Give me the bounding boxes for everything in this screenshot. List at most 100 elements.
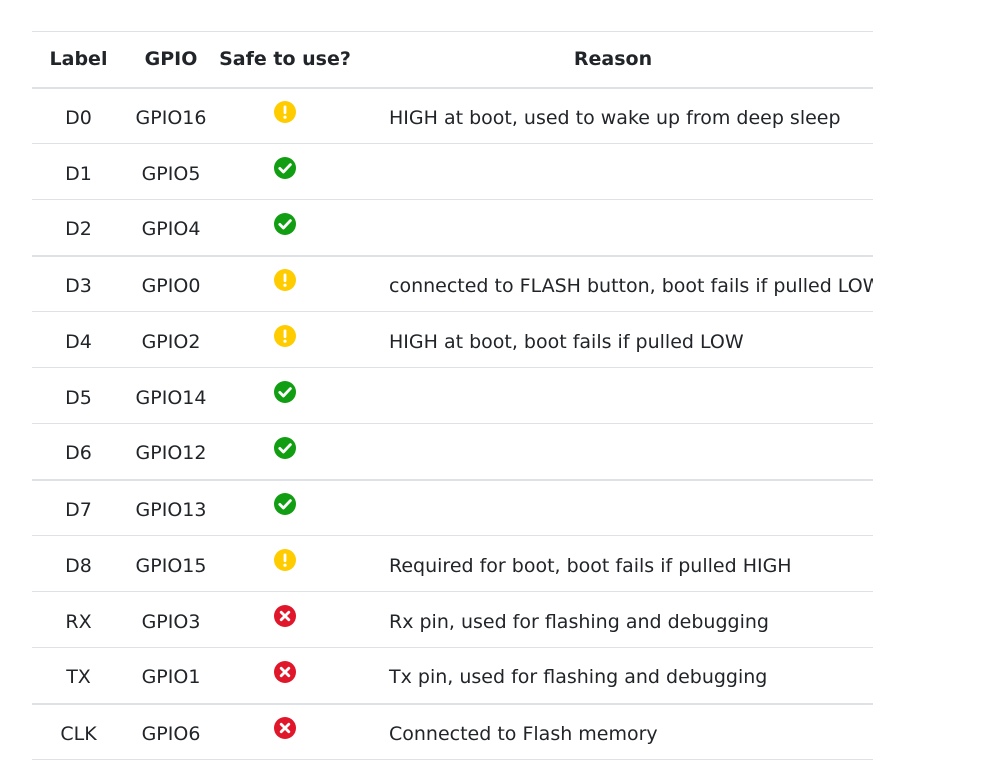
cell-label: D1 — [32, 144, 125, 200]
exclamation-circle-icon — [274, 549, 296, 571]
cell-safe — [217, 144, 353, 200]
label-text: TX — [66, 666, 91, 689]
check-circle-icon — [274, 381, 296, 403]
cell-safe — [217, 592, 353, 648]
reason-text: Connected to Flash memory — [389, 722, 658, 745]
cell-label: D3 — [32, 256, 125, 312]
cell-safe — [217, 536, 353, 592]
column-header-safe: Safe to use? — [219, 48, 351, 71]
check-circle-icon — [274, 493, 296, 516]
cell-label: D6 — [32, 424, 125, 480]
label-text: RX — [65, 610, 92, 633]
cell-reason — [353, 424, 873, 480]
gpio-text: GPIO12 — [135, 442, 207, 465]
table-row: D3 GPIO0 connected to FLASH button, boot f… — [32, 256, 873, 312]
label-text: D0 — [65, 106, 92, 129]
cell-gpio: GPIO0 — [125, 256, 217, 312]
label-text: D2 — [65, 218, 92, 241]
label-text: D6 — [65, 442, 92, 465]
cell-label: TX — [32, 648, 125, 704]
table-row: CLK GPIO6 Connected to Flash memory — [32, 704, 873, 760]
x-circle-icon — [274, 605, 296, 627]
exclamation-circle-icon — [274, 269, 296, 292]
gpio-text: GPIO13 — [135, 498, 207, 521]
cell-label: D4 — [32, 312, 125, 368]
x-circle-icon — [274, 660, 296, 683]
exclamation-circle-icon — [274, 101, 296, 124]
table-row: D0 GPIO16 HIGH at boot, used to wake up fr… — [32, 88, 873, 144]
cell-label: D2 — [32, 200, 125, 256]
exclamation-circle-icon — [274, 325, 296, 347]
table-header-row: Label GPIO Safe to use? Reason — [32, 31, 873, 88]
column-header-label: Label — [49, 48, 108, 71]
table-header: Label GPIO Safe to use? Reason — [32, 31, 873, 88]
table-row: D8 GPIO15 Required for boot, boot fails if… — [32, 536, 873, 592]
gpio-text: GPIO14 — [135, 386, 207, 409]
cell-label: D8 — [32, 536, 125, 592]
cell-gpio: GPIO12 — [125, 424, 217, 480]
cell-gpio: GPIO1 — [125, 648, 217, 704]
cell-label: RX — [32, 592, 125, 648]
gpio-table-container: Label GPIO Safe to use? Reason D0 GPIO16 H… — [32, 31, 873, 760]
cell-label: D0 — [32, 88, 125, 144]
x-circle-icon — [274, 717, 296, 740]
reason-text: Tx pin, used for flashing and debugging — [389, 666, 768, 689]
cell-reason — [353, 144, 873, 200]
cell-reason: Required for boot, boot fails if pulled … — [353, 536, 873, 592]
gpio-text: GPIO5 — [141, 162, 201, 185]
cell-gpio: GPIO16 — [125, 88, 217, 144]
cell-safe — [217, 424, 353, 480]
column-header-gpio: GPIO — [144, 48, 198, 71]
check-circle-icon — [274, 212, 296, 235]
cell-reason — [353, 368, 873, 424]
cell-reason: HIGH at boot, used to wake up from deep … — [353, 88, 873, 144]
cell-reason: HIGH at boot, boot fails if pulled LOW — [353, 312, 873, 368]
gpio-safety-table: Label GPIO Safe to use? Reason D0 GPIO16 H… — [32, 31, 873, 760]
reason-text: HIGH at boot, boot fails if pulled LOW — [389, 330, 744, 353]
cell-safe — [217, 312, 353, 368]
cell-reason: Connected to Flash memory — [353, 704, 873, 760]
gpio-text: GPIO16 — [135, 106, 207, 129]
label-text: D1 — [65, 162, 92, 185]
table-row: RX GPIO3 Rx pin, used for flashing and deb… — [32, 592, 873, 648]
gpio-text: GPIO2 — [141, 330, 201, 353]
cell-gpio: GPIO14 — [125, 368, 217, 424]
table-row: D6 GPIO12 — [32, 424, 873, 480]
cell-gpio: GPIO15 — [125, 536, 217, 592]
reason-text: HIGH at boot, used to wake up from deep … — [389, 106, 841, 129]
label-text: D7 — [65, 498, 92, 521]
cell-reason — [353, 480, 873, 536]
cell-label: D7 — [32, 480, 125, 536]
cell-safe — [217, 368, 353, 424]
gpio-text: GPIO6 — [141, 722, 201, 745]
cell-gpio: GPIO13 — [125, 480, 217, 536]
label-text: D5 — [65, 386, 92, 409]
gpio-text: GPIO3 — [141, 610, 201, 633]
cell-safe — [217, 200, 353, 256]
label-text: D4 — [65, 330, 92, 353]
cell-gpio: GPIO6 — [125, 704, 217, 760]
label-text: CLK — [60, 722, 97, 745]
gpio-text: GPIO1 — [141, 666, 201, 689]
reason-text: connected to FLASH button, boot fails if… — [389, 274, 873, 297]
cell-reason: Rx pin, used for flashing and debugging — [353, 592, 873, 648]
label-text: D3 — [65, 274, 92, 297]
gpio-text: GPIO0 — [141, 274, 201, 297]
check-circle-icon — [274, 157, 296, 179]
cell-reason: Tx pin, used for flashing and debugging — [353, 648, 873, 704]
table-body: D0 GPIO16 HIGH at boot, used to wake up fr… — [32, 88, 873, 760]
cell-reason — [353, 200, 873, 256]
cell-label: CLK — [32, 704, 125, 760]
table-row: D1 GPIO5 — [32, 144, 873, 200]
table-row: D2 GPIO4 — [32, 200, 873, 256]
cell-safe — [217, 648, 353, 704]
cell-safe — [217, 480, 353, 536]
cell-gpio: GPIO2 — [125, 312, 217, 368]
table-row: D7 GPIO13 — [32, 480, 873, 536]
table-row: D4 GPIO2 HIGH at boot, boot fails if pulle… — [32, 312, 873, 368]
label-text: D8 — [65, 554, 92, 577]
column-header-reason: Reason — [573, 48, 653, 71]
gpio-text: GPIO15 — [135, 554, 207, 577]
cell-gpio: GPIO4 — [125, 200, 217, 256]
cell-gpio: GPIO5 — [125, 144, 217, 200]
